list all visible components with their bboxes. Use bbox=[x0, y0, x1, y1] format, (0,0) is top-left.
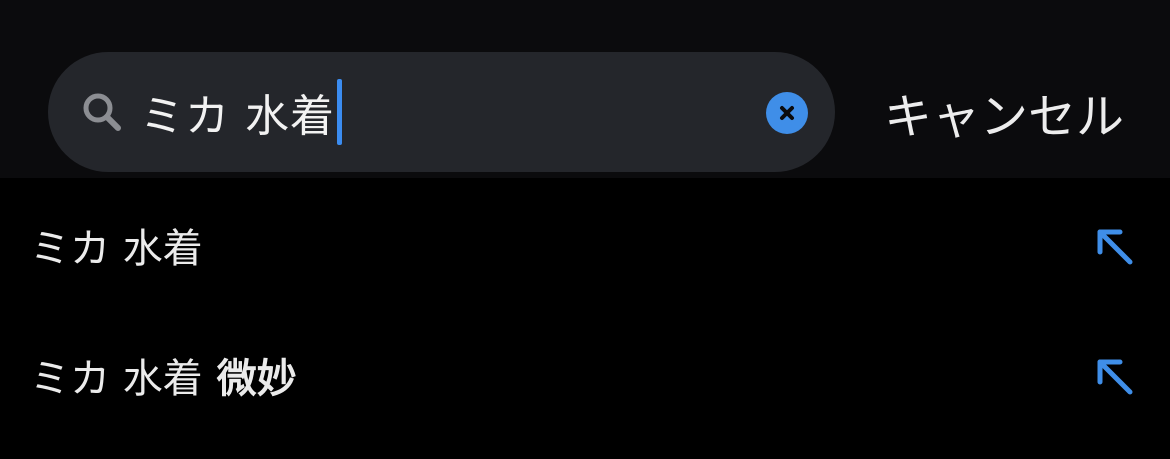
suggestion-base-text: ミカ 水着 bbox=[30, 226, 203, 272]
search-query: ミカ 水着 bbox=[140, 91, 335, 142]
arrow-up-left-icon[interactable] bbox=[1092, 224, 1136, 268]
search-input[interactable]: ミカ 水着 bbox=[140, 76, 342, 148]
search-icon bbox=[80, 90, 124, 134]
suggestion-item[interactable]: ミカ 水着 微妙 bbox=[0, 308, 1170, 438]
cancel-button[interactable]: キャンセル bbox=[884, 80, 1124, 144]
suggestion-list: ミカ 水着 ミカ 水着 微妙 bbox=[0, 178, 1170, 459]
arrow-up-left-icon[interactable] bbox=[1092, 354, 1136, 398]
clear-icon bbox=[780, 106, 794, 120]
suggestion-label: ミカ 水着 微妙 bbox=[30, 346, 297, 404]
suggestion-base-text: ミカ 水着 bbox=[30, 356, 203, 402]
text-caret bbox=[337, 79, 342, 145]
suggestion-label: ミカ 水着 bbox=[30, 216, 203, 274]
suggestion-extra-text: 微妙 bbox=[216, 356, 297, 402]
search-header: ミカ 水着 キャンセル bbox=[0, 0, 1170, 178]
suggestion-item[interactable]: ミカ 水着 bbox=[0, 178, 1170, 308]
clear-search-button[interactable] bbox=[766, 92, 808, 134]
